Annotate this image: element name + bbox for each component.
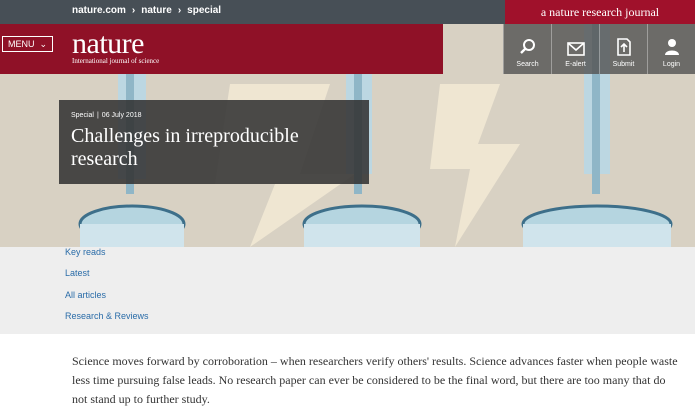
nav-link-research-reviews[interactable]: Research & Reviews — [65, 311, 149, 321]
menu-button[interactable]: MENU ⌄ — [2, 36, 53, 52]
login-button[interactable]: Login — [647, 24, 695, 74]
article-date: 06 July 2018 — [101, 112, 142, 119]
e-alert-button[interactable]: E-alert — [551, 24, 599, 74]
logo-tagline: International journal of science — [72, 57, 160, 65]
search-label: Search — [516, 61, 539, 68]
breadcrumb-item-site[interactable]: nature.com — [72, 5, 126, 16]
submit-button[interactable]: Submit — [599, 24, 647, 74]
search-icon — [519, 39, 535, 54]
top-bar: nature.com › nature › special a nature r… — [0, 0, 695, 24]
article-type: Special — [71, 112, 94, 119]
page-title: Challenges in irreproducible research — [71, 125, 299, 170]
journal-badge[interactable]: a nature research journal — [505, 0, 695, 24]
section-nav: Key reads Latest All articles Research &… — [0, 247, 695, 334]
e-alert-label: E-alert — [565, 61, 586, 68]
breadcrumb: nature.com › nature › special — [72, 5, 221, 16]
nav-link-key-reads[interactable]: Key reads — [65, 247, 106, 257]
breadcrumb-item-journal[interactable]: nature — [141, 5, 172, 16]
header-actions: Search E-alert Submit Login — [503, 24, 695, 74]
meta-separator: | — [96, 112, 99, 119]
chevron-right-icon: › — [131, 5, 136, 16]
hero-banner: MENU ⌄ nature International journal of s… — [0, 24, 695, 247]
user-icon — [664, 39, 679, 55]
intro-paragraph: Science moves forward by corroboration –… — [72, 354, 678, 406]
masthead: MENU ⌄ nature International journal of s… — [0, 24, 443, 74]
nav-link-all-articles[interactable]: All articles — [65, 290, 106, 300]
upload-document-icon — [616, 38, 631, 56]
envelope-icon — [566, 42, 585, 56]
login-label: Login — [662, 61, 681, 68]
breadcrumb-item-current[interactable]: special — [187, 5, 221, 16]
search-button[interactable]: Search — [503, 24, 551, 74]
article-meta: Special | 06 July 2018 — [71, 112, 357, 119]
menu-label: MENU — [7, 39, 35, 49]
nav-link-latest[interactable]: Latest — [65, 268, 90, 278]
article-title-card: Special | 06 July 2018 Challenges in irr… — [59, 100, 369, 184]
chevron-down-icon: ⌄ — [39, 38, 48, 49]
submit-label: Submit — [612, 61, 635, 68]
chevron-right-icon: › — [177, 5, 182, 16]
